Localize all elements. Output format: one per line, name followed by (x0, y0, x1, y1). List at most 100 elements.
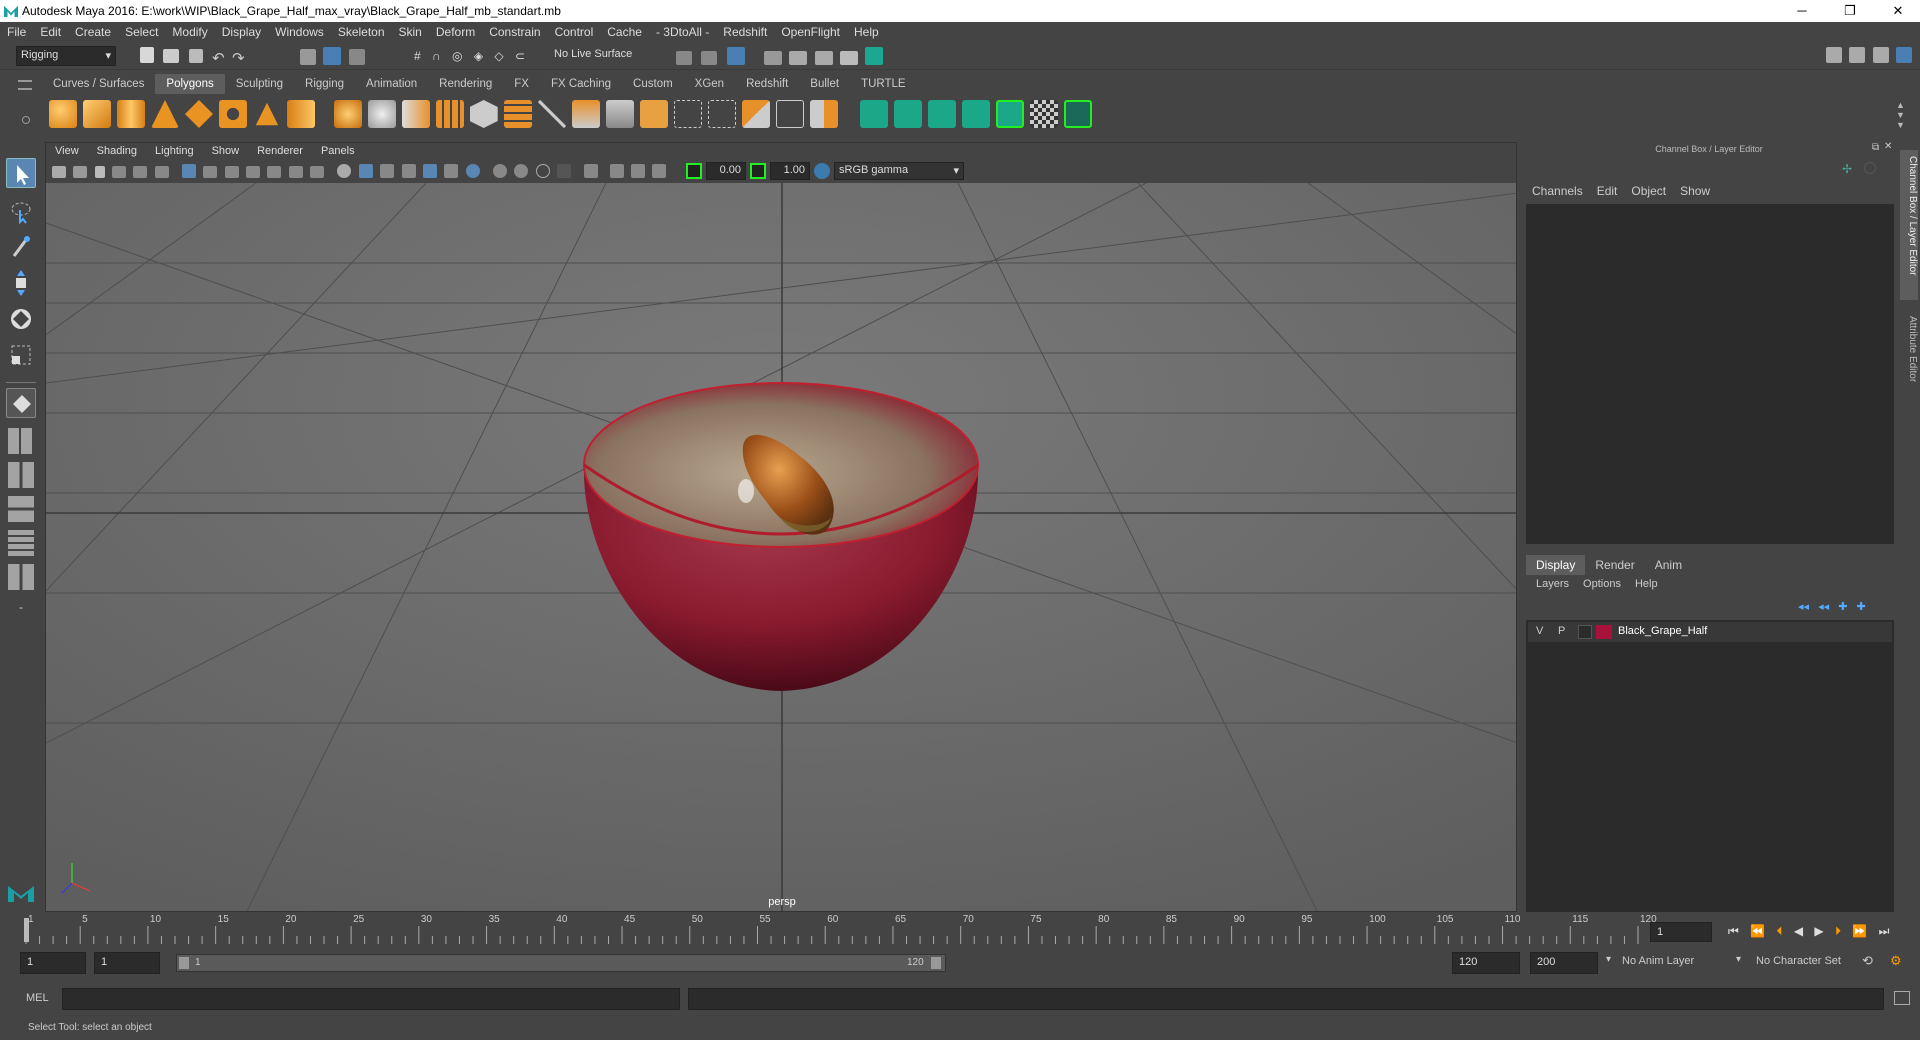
gamma-field[interactable]: 1.00 (770, 162, 810, 180)
channel-box-area[interactable] (1526, 204, 1894, 544)
target-weld-icon[interactable] (741, 100, 770, 128)
graph-editor-layout-icon[interactable] (8, 530, 34, 556)
cb-menu-edit[interactable]: Edit (1597, 184, 1618, 198)
cb-menu-object[interactable]: Object (1631, 184, 1666, 198)
xray-icon[interactable] (584, 164, 599, 178)
smooth-icon[interactable] (435, 100, 464, 128)
layer-color-swatch[interactable] (1596, 625, 1612, 639)
poly-cylinder-icon[interactable] (117, 100, 145, 128)
chevron-down-icon[interactable]: ▾ (1606, 954, 1611, 965)
uv-shell-icon[interactable] (894, 100, 923, 128)
menu-help[interactable]: Help (847, 22, 886, 39)
go-to-end-icon[interactable]: ⏭ (1879, 924, 1890, 938)
use-all-lights-icon[interactable] (422, 164, 437, 178)
snap-surface-icon[interactable]: ◇ (494, 49, 503, 63)
bookmark-icon[interactable] (94, 166, 105, 178)
shelf-tab-redshift[interactable]: Redshift (735, 74, 799, 94)
redo-icon[interactable]: ↷ (232, 50, 245, 67)
step-forward-key-icon[interactable]: ⏩ (1852, 924, 1867, 938)
vp-menu-shading[interactable]: Shading (88, 143, 146, 159)
menu-edit[interactable]: Edit (33, 22, 68, 39)
menu-redshift[interactable]: Redshift (716, 22, 774, 39)
menu-select[interactable]: Select (118, 22, 165, 39)
render-frame-icon[interactable] (789, 51, 808, 65)
select-hierarchy-icon[interactable] (300, 49, 316, 65)
layer-tab-anim[interactable]: Anim (1645, 555, 1692, 575)
construction-history-icon[interactable] (726, 47, 745, 65)
le-menu-help[interactable]: Help (1635, 578, 1658, 590)
menu-display[interactable]: Display (215, 22, 268, 39)
shelf-scroll-icon[interactable]: ▲ ▼ ▼ (1896, 100, 1905, 130)
input-ops-icon[interactable] (676, 51, 692, 65)
exposure-icon[interactable] (686, 163, 702, 179)
attribute-editor-toggle-icon[interactable] (1849, 47, 1866, 63)
bridge-icon[interactable] (503, 100, 532, 128)
combine-icon[interactable] (333, 100, 362, 128)
playback-end-field[interactable]: 120 (1452, 952, 1520, 974)
open-scene-icon[interactable] (163, 49, 180, 63)
camera-attributes-icon[interactable] (73, 166, 88, 178)
poly-sphere-icon[interactable] (49, 100, 77, 128)
select-uv-icon[interactable] (860, 100, 889, 128)
vp-menu-renderer[interactable]: Renderer (248, 143, 312, 159)
checker-icon[interactable] (1030, 100, 1059, 128)
close-button[interactable]: ✕ (1878, 0, 1918, 22)
le-menu-layers[interactable]: Layers (1536, 578, 1569, 590)
current-frame-field[interactable]: 1 (1650, 922, 1712, 942)
motion-blur-icon[interactable] (492, 164, 507, 178)
layer-row[interactable]: V P Black_Grape_Half (1528, 622, 1892, 642)
menu-skeleton[interactable]: Skeleton (331, 22, 392, 39)
range-end-handle[interactable] (931, 957, 941, 969)
move-layer-down-icon[interactable]: ◂◂ (1818, 601, 1829, 613)
channelbox-toggle-icon[interactable] (1864, 162, 1876, 174)
isolate-select-icon[interactable] (556, 164, 571, 178)
wireframe-icon[interactable] (337, 164, 352, 178)
menuset-dropdown[interactable]: Rigging ▾ (16, 46, 116, 66)
start-time-field[interactable]: 1 (20, 952, 86, 974)
poly-pyramid-icon[interactable] (255, 102, 279, 126)
layer-type-toggle[interactable] (1578, 625, 1592, 639)
minimize-button[interactable]: ─ (1782, 0, 1822, 22)
anim-prefs-icon[interactable]: ⚙ (1890, 953, 1902, 969)
maximize-button[interactable]: ❐ (1830, 0, 1870, 22)
textured-icon[interactable] (401, 164, 416, 178)
menu-control[interactable]: Control (548, 22, 601, 39)
play-forward-icon[interactable]: ▶ (1814, 924, 1823, 938)
menu-windows[interactable]: Windows (268, 22, 331, 39)
magnet-icon[interactable]: ⊂ (515, 49, 525, 63)
shelf-tab-polygons[interactable]: Polygons (155, 74, 225, 94)
new-scene-icon[interactable] (140, 47, 154, 63)
save-scene-icon[interactable] (188, 49, 203, 63)
panel-close-icon[interactable]: ✕ (1884, 141, 1892, 152)
shelf-tab-sculpting[interactable]: Sculpting (225, 74, 294, 94)
poly-cube-icon[interactable] (83, 100, 111, 128)
undo-icon[interactable]: ↶ (212, 50, 225, 67)
move-tool-icon[interactable] (6, 268, 36, 298)
scale-tool-icon[interactable] (6, 340, 36, 370)
edge-loop-icon[interactable] (673, 100, 702, 128)
shelf-tab-fx-caching[interactable]: FX Caching (540, 74, 622, 94)
shelf-tab-turtle[interactable]: TURTLE (850, 74, 917, 94)
select-components-icon[interactable] (348, 49, 365, 65)
le-menu-options[interactable]: Options (1583, 578, 1621, 590)
channel-box-toggle-icon[interactable] (1896, 47, 1913, 63)
vp-menu-lighting[interactable]: Lighting (146, 143, 203, 159)
shelf-tab-rigging[interactable]: Rigging (294, 74, 355, 94)
range-bar[interactable]: 1 120 (176, 954, 946, 972)
layer-tab-render[interactable]: Render (1585, 555, 1644, 575)
persp-outliner-layout-icon[interactable] (8, 496, 34, 522)
menu-cache[interactable]: Cache (600, 22, 649, 39)
uv-cut-icon[interactable] (996, 100, 1025, 128)
four-view-layout-icon[interactable] (8, 428, 34, 454)
uv-unfold-icon[interactable] (928, 100, 957, 128)
xray-joints-icon[interactable] (609, 164, 624, 178)
poly-plane-icon[interactable] (185, 100, 213, 128)
side-tab-attribute-editor[interactable]: Attribute Editor (1900, 310, 1918, 400)
channelbox-key-icon[interactable]: ✢ (1842, 162, 1854, 176)
hypershade-layout-icon[interactable] (8, 564, 34, 590)
2d-pan-zoom-icon[interactable] (133, 166, 148, 178)
shelf-tab-curves[interactable]: Curves / Surfaces (42, 74, 155, 94)
vp-menu-show[interactable]: Show (203, 143, 249, 159)
rotate-tool-icon[interactable] (6, 304, 36, 334)
step-forward-frame-icon[interactable]: ⏵ (1835, 924, 1841, 938)
